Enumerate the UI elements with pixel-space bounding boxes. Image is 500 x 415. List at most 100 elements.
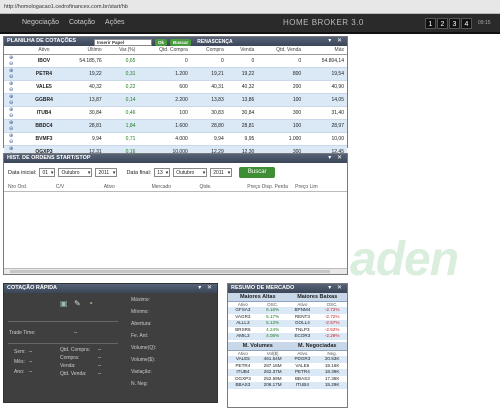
asset-cell[interactable]: ITUB4 <box>26 106 62 120</box>
col-header[interactable]: Qtd. Venda <box>257 46 305 55</box>
asset-cell[interactable]: VALE5 <box>228 356 258 363</box>
asset-cell[interactable]: BBDC4 <box>26 119 62 133</box>
end-month-select[interactable]: Outubro <box>173 168 208 177</box>
negoc-title[interactable]: M. Negociadas <box>288 342 348 350</box>
asset-cell[interactable]: GFSA3 <box>228 307 258 314</box>
quote-row[interactable]: ⊕ ⊖ ITUB4 30,84 0,46 100 30,83 30,84 300 31,40 <box>4 106 347 120</box>
asset-cell[interactable]: OGXP3 <box>228 376 258 383</box>
asset-cell[interactable]: BBAS3 <box>228 382 258 389</box>
col-header[interactable]: Ativo <box>26 46 62 55</box>
asset-cell[interactable]: ECOR3 <box>288 333 318 340</box>
lows-title[interactable]: Maiores Baixas <box>288 293 348 301</box>
asset-cell[interactable]: IBOV <box>26 54 62 68</box>
browser-url-bar[interactable]: http://homologacao1.cedrofinances.com.br… <box>0 0 500 14</box>
volumes-title[interactable]: M. Volumes <box>228 342 288 350</box>
page-2-button[interactable]: 2 <box>437 18 448 29</box>
col-header[interactable]: Mercado <box>152 184 200 190</box>
col-header[interactable]: Var.(%) <box>104 46 139 55</box>
col-header[interactable]: C/V <box>56 184 104 190</box>
summary-row[interactable]: BRSR6 4.24% TNLP3 -2.52% <box>228 327 347 334</box>
quote-row[interactable]: ⊕ ⊖ BBDC4 28,81 1,84 1.600 28,80 28,81 100 28,97 <box>4 119 347 133</box>
asset-input[interactable]: Inserir Papel <box>94 39 152 46</box>
asset-cell[interactable]: ALLL3 <box>228 320 258 327</box>
page-3-button[interactable]: 3 <box>449 18 460 29</box>
asset-cell[interactable]: PETR4 <box>228 363 258 370</box>
chart-icon[interactable]: ◔ <box>88 299 93 308</box>
asset-cell[interactable]: PETR4 <box>288 369 318 376</box>
col-header[interactable]: Último <box>61 46 105 55</box>
panel-controls-icon[interactable]: ▾ ✕ <box>328 284 344 293</box>
summary-row[interactable]: PETR4 287.16M VALE5 19.16K <box>228 363 347 370</box>
asset-cell[interactable]: VALE5 <box>288 363 318 370</box>
asset-cell[interactable]: RENT3 <box>288 314 318 321</box>
asset-cell[interactable]: VALE5 <box>26 80 62 94</box>
quote-row[interactable]: ⊕ ⊖ VALE5 40,32 0,22 600 40,31 40,32 200 40,90 <box>4 80 347 94</box>
col-header[interactable]: Nro Ord. <box>8 184 56 190</box>
start-year-select[interactable]: 2011 <box>95 168 118 177</box>
search-button[interactable]: Buscar <box>170 39 192 46</box>
highs-title[interactable]: Maiores Altas <box>228 293 288 301</box>
quote-row[interactable]: ⊕ ⊖ PETR4 19,22 0,31 1.200 19,21 19,22 800 19,54 <box>4 67 347 81</box>
col-header[interactable]: Qtde. <box>199 184 247 190</box>
quote-row[interactable]: ⊕ ⊖ IBOV 54.185,76 0,65 0 0 0 0 54.804,14 <box>4 54 347 68</box>
quote-row[interactable]: ⊕ ⊖ GGBR4 13,87 0,14 2.200 13,83 13,86 100 14,05 <box>4 93 347 107</box>
ok-button[interactable]: Ok <box>155 39 168 46</box>
summary-row[interactable]: BBAS3 206.17M ITUB4 15.29K <box>228 382 347 389</box>
asset-cell[interactable]: PDGR3 <box>288 356 318 363</box>
menu-cotacao[interactable]: Cotação <box>69 19 95 26</box>
url-text[interactable]: http://homologacao1.cedrofinances.com.br… <box>4 4 128 10</box>
quote-row[interactable]: ⊕ ⊖ BVMF3 9,94 0,71 4.000 9,94 9,95 1.000 10,00 <box>4 132 347 146</box>
asset-cell[interactable]: BPNM4 <box>288 307 318 314</box>
asset-cell[interactable]: ITUB4 <box>288 382 318 389</box>
row-actions-icon[interactable]: ⊕ ⊖ <box>4 93 26 107</box>
asset-cell[interactable]: AMIL3 <box>228 333 258 340</box>
end-day-select[interactable]: 13 <box>154 168 171 177</box>
summary-row[interactable]: AMIL3 4.05% ECOR3 -2.29% <box>228 333 347 340</box>
summary-row[interactable]: GFSA3 6.16% BPNM4 -2.72% <box>228 307 347 314</box>
horizontal-scrollbar[interactable] <box>4 268 347 274</box>
col-header[interactable]: Ativo <box>104 184 152 190</box>
row-actions-icon[interactable]: ⊕ ⊖ <box>4 54 26 68</box>
row-actions-icon[interactable]: ⊕ ⊖ <box>4 132 26 146</box>
asset-cell[interactable]: TNLP3 <box>288 327 318 334</box>
n-neg-label: N. Neg: <box>131 381 148 387</box>
asset-cell[interactable]: ITUB4 <box>228 369 258 376</box>
asset-cell[interactable]: GGBR4 <box>26 93 62 107</box>
asset-cell[interactable]: BBAS3 <box>288 376 318 383</box>
edit-icon[interactable]: ✎ <box>74 299 81 308</box>
scrollbar-thumb[interactable] <box>10 270 330 273</box>
menu-acoes[interactable]: Ações <box>105 19 124 26</box>
col-header[interactable]: Preço Lim <box>295 184 343 190</box>
print-icon[interactable]: ▣ <box>60 299 68 308</box>
end-year-select[interactable]: 2011 <box>210 168 233 177</box>
summary-row[interactable]: OGXP3 252.59M BBAS3 17.36K <box>228 376 347 383</box>
col-header[interactable]: Venda <box>226 46 258 55</box>
summary-row[interactable]: VAGR3 5.17% RENT3 -2.72% <box>228 314 347 321</box>
menu-negociacao[interactable]: Negociação <box>22 19 59 26</box>
summary-row[interactable]: ALLL3 5.12% GOLL4 -2.57% <box>228 320 347 327</box>
col-header[interactable]: Qtd. Compra <box>138 46 191 55</box>
page-1-button[interactable]: 1 <box>425 18 436 29</box>
panel-controls-icon[interactable]: ▾ ✕ <box>328 154 344 163</box>
summary-row[interactable]: VALE5 461.54M PDGR3 20.53K <box>228 355 347 363</box>
page-4-button[interactable]: 4 <box>461 18 472 29</box>
start-month-select[interactable]: Outubro <box>58 168 93 177</box>
row-actions-icon[interactable]: ⊕ ⊖ <box>4 67 26 81</box>
panel-controls-icon[interactable]: ▾ ✕ <box>198 284 214 293</box>
row-actions-icon[interactable]: ⊕ ⊖ <box>4 80 26 94</box>
col-header[interactable]: Compra <box>190 46 227 55</box>
summary-row[interactable]: ITUB4 262.37M PETR4 18.39K <box>228 369 347 376</box>
start-day-select[interactable]: 01 <box>39 168 56 177</box>
history-search-button[interactable]: Buscar <box>239 167 276 178</box>
group-label[interactable]: RENASCENÇA <box>197 38 232 47</box>
asset-cell[interactable]: BRSR6 <box>228 327 258 334</box>
row-actions-icon[interactable]: ⊕ ⊖ <box>4 106 26 120</box>
asset-cell[interactable]: BVMF3 <box>26 132 62 146</box>
asset-cell[interactable]: GOLL4 <box>288 320 318 327</box>
asset-cell[interactable]: PETR4 <box>26 67 62 81</box>
row-actions-icon[interactable]: ⊕ ⊖ <box>4 119 26 133</box>
asset-cell[interactable]: VAGR3 <box>228 314 258 321</box>
col-header[interactable]: Máx <box>304 46 347 55</box>
panel-controls-icon[interactable]: ▾ ✕ <box>328 37 344 46</box>
col-header[interactable]: Preço Disp. Perda <box>247 184 295 190</box>
